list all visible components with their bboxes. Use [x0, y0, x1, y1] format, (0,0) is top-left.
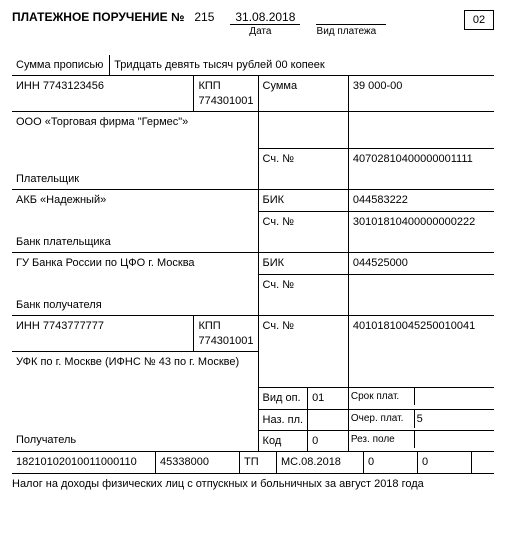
label-payee-bank-account: Сч. № — [258, 274, 348, 295]
label-payee: Получатель — [12, 430, 258, 451]
payer-inn: ИНН 7743123456 — [12, 76, 194, 112]
tp: ТП — [240, 452, 277, 473]
bottom-fields: 18210102010011000110 45338000 ТП МС.08.2… — [12, 452, 494, 473]
payer-account: 40702810400000001111 — [348, 148, 494, 169]
payer-sum: 39 000-00 — [348, 76, 494, 112]
kbk: 18210102010011000110 — [12, 452, 156, 473]
payee-bank-name: ГУ Банка России по ЦФО г. Москва — [12, 253, 258, 274]
payer-bank-bik: 044583222 — [348, 190, 494, 211]
ocher: 5 — [414, 410, 494, 428]
payer-kpp: КПП 774301001 — [194, 76, 258, 112]
label-ocher: Очер. плат. — [349, 410, 414, 428]
label-payer: Плательщик — [12, 169, 258, 190]
pay-term — [414, 388, 494, 405]
rez — [414, 431, 494, 448]
payment-type-label: Вид платежа — [306, 26, 386, 37]
payee-bank-bik: 044525000 — [348, 253, 494, 274]
label-naz-pl: Наз. пл. — [258, 409, 308, 430]
op-type: 01 — [308, 388, 349, 409]
label-payer-bank: Банк плательщика — [12, 232, 258, 253]
payment-order-table: Сумма прописью Тридцать девять тысяч руб… — [12, 55, 494, 452]
sum-words: Тридцать девять тысяч рублей 00 копеек — [110, 55, 494, 76]
label-payee-bank-bik: БИК — [258, 253, 348, 274]
payer-name: ООО «Торговая фирма "Гермес"» — [12, 111, 258, 169]
payee-inn: ИНН 7743777777 — [12, 316, 194, 352]
label-payee-bank: Банк получателя — [12, 295, 258, 316]
date-label: Дата — [220, 26, 300, 37]
field6: 0 — [418, 452, 472, 473]
label-payer-bank-bik: БИК — [258, 190, 348, 211]
doc-number: 215 — [194, 10, 214, 24]
status-code-box: 02 — [464, 10, 494, 30]
field7 — [472, 452, 495, 473]
doc-title: ПЛАТЕЖНОЕ ПОРУЧЕНИЕ № — [12, 10, 184, 24]
naz-pl — [308, 409, 349, 430]
payer-bank-account: 30101810400000000222 — [348, 211, 494, 232]
payee-bank-account — [348, 274, 494, 295]
label-payer-account: Сч. № — [258, 148, 348, 169]
label-sum: Сумма — [258, 76, 348, 112]
oktmo: 45338000 — [156, 452, 240, 473]
payment-purpose: Налог на доходы физических лиц с отпускн… — [12, 478, 494, 490]
label-payer-bank-account: Сч. № — [258, 211, 348, 232]
label-rez: Рез. поле — [349, 431, 414, 448]
label-payee-account: Сч. № — [258, 316, 348, 352]
label-sum-words: Сумма прописью — [12, 55, 110, 76]
label-code: Код — [258, 430, 308, 451]
payment-type-value — [316, 10, 386, 25]
label-op-type: Вид оп. — [258, 388, 308, 409]
payee-account: 40101810045250010041 — [348, 316, 494, 352]
payee-name: УФК по г. Москве (ИФНС № 43 по г. Москве… — [12, 351, 258, 409]
payer-bank-name: АКБ «Надежный» — [12, 190, 258, 211]
code: 0 — [308, 430, 349, 451]
payee-kpp: КПП 774301001 — [194, 316, 258, 352]
doc-date: 31.08.2018 — [230, 10, 300, 25]
document-header: ПЛАТЕЖНОЕ ПОРУЧЕНИЕ № 215 31.08.2018 Дат… — [12, 10, 494, 37]
period: МС.08.2018 — [277, 452, 364, 473]
field5: 0 — [364, 452, 418, 473]
label-pay-term: Срок плат. — [349, 388, 414, 405]
